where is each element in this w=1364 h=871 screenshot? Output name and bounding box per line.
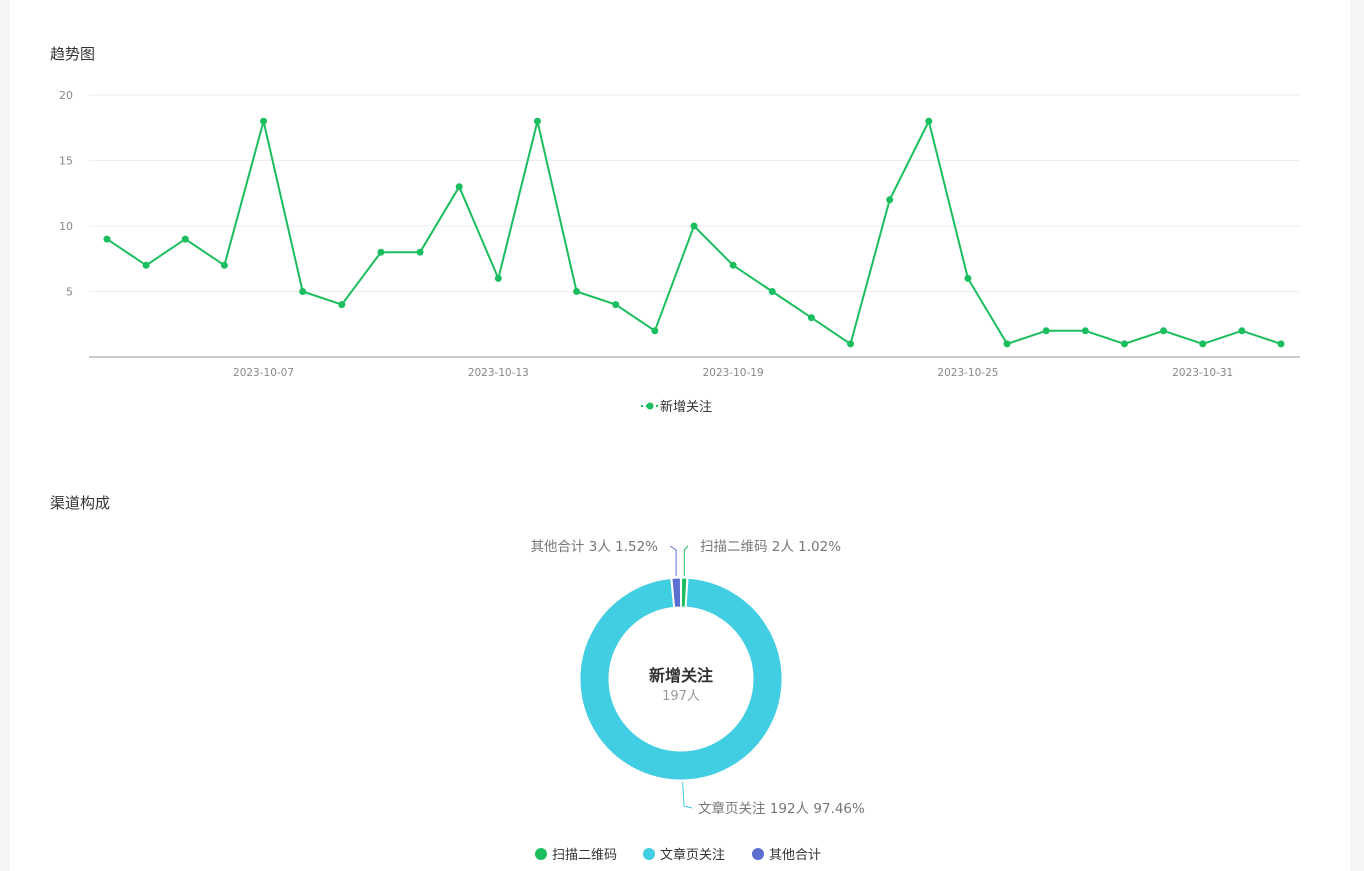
data-point[interactable] (1120, 340, 1128, 348)
data-point[interactable] (1042, 327, 1050, 335)
data-point[interactable] (651, 327, 659, 335)
data-point[interactable] (455, 183, 463, 191)
legend-marker (643, 848, 655, 860)
data-point[interactable] (416, 248, 424, 256)
data-point[interactable] (533, 117, 541, 125)
legend-marker (535, 848, 547, 860)
trend-line-chart: 5 10 15 20 2023-10-07 2023-10-13 2023-10-19 202… (59, 89, 1300, 415)
slice-label: 扫描二维码 2人 1.02% (700, 539, 841, 555)
data-point[interactable] (1081, 327, 1089, 335)
legend-label[interactable]: 文章页关注 (660, 847, 725, 863)
donut-center-subtitle: 197人 (662, 689, 700, 704)
data-point[interactable] (847, 340, 855, 348)
data-point[interactable] (1277, 340, 1285, 348)
y-tick-label: 20 (59, 89, 73, 102)
x-tick-label: 2023-10-31 (1172, 367, 1233, 379)
data-point[interactable] (1199, 340, 1207, 348)
legend-marker (752, 848, 764, 860)
y-tick-label: 15 (59, 155, 73, 168)
legend-marker (646, 402, 654, 410)
x-tick-label: 2023-10-25 (937, 367, 998, 379)
data-point[interactable] (612, 301, 620, 309)
data-point[interactable] (377, 248, 385, 256)
data-point[interactable] (807, 314, 815, 322)
slice-label: 文章页关注 192人 97.46% (698, 800, 865, 817)
legend-label[interactable]: 其他合计 (769, 848, 821, 863)
data-point[interactable] (925, 117, 933, 125)
leader-line (683, 545, 689, 577)
x-tick-label: 2023-10-19 (703, 367, 764, 379)
data-point[interactable] (768, 288, 776, 295)
data-point[interactable] (103, 235, 111, 243)
charts-canvas: 5 10 15 20 2023-10-07 2023-10-13 2023-10-19 202… (59, 89, 1300, 863)
data-point[interactable] (690, 222, 698, 230)
data-point[interactable] (260, 117, 268, 125)
data-point[interactable] (964, 274, 972, 282)
y-tick-label: 5 (66, 286, 73, 299)
slice-label: 其他合计 3人 1.52% (530, 539, 658, 555)
data-point[interactable] (729, 261, 737, 269)
data-point[interactable] (181, 235, 189, 243)
x-tick-label: 2023-10-13 (468, 367, 529, 379)
leader-line (682, 781, 693, 809)
data-point[interactable] (573, 288, 581, 295)
legend-label[interactable]: 新增关注 (660, 399, 712, 415)
data-point[interactable] (338, 301, 346, 309)
donut-center-title: 新增关注 (649, 666, 713, 685)
legend-label[interactable]: 扫描二维码 (552, 848, 617, 863)
data-point[interactable] (886, 196, 894, 204)
x-tick-label: 2023-10-07 (233, 367, 294, 379)
y-tick-label: 10 (59, 220, 73, 233)
leader-line (669, 545, 677, 577)
data-point[interactable] (142, 261, 150, 269)
channel-donut-chart: 扫描二维码 2人 1.02% 文章页关注 192人 97.46% 其他合计 3人 1… (530, 539, 865, 863)
data-point[interactable] (1160, 327, 1168, 335)
data-point[interactable] (494, 274, 502, 282)
data-point[interactable] (299, 288, 307, 295)
series-line (106, 120, 1282, 345)
data-point[interactable] (1003, 340, 1011, 348)
data-point[interactable] (220, 261, 228, 269)
data-point[interactable] (1238, 327, 1246, 335)
